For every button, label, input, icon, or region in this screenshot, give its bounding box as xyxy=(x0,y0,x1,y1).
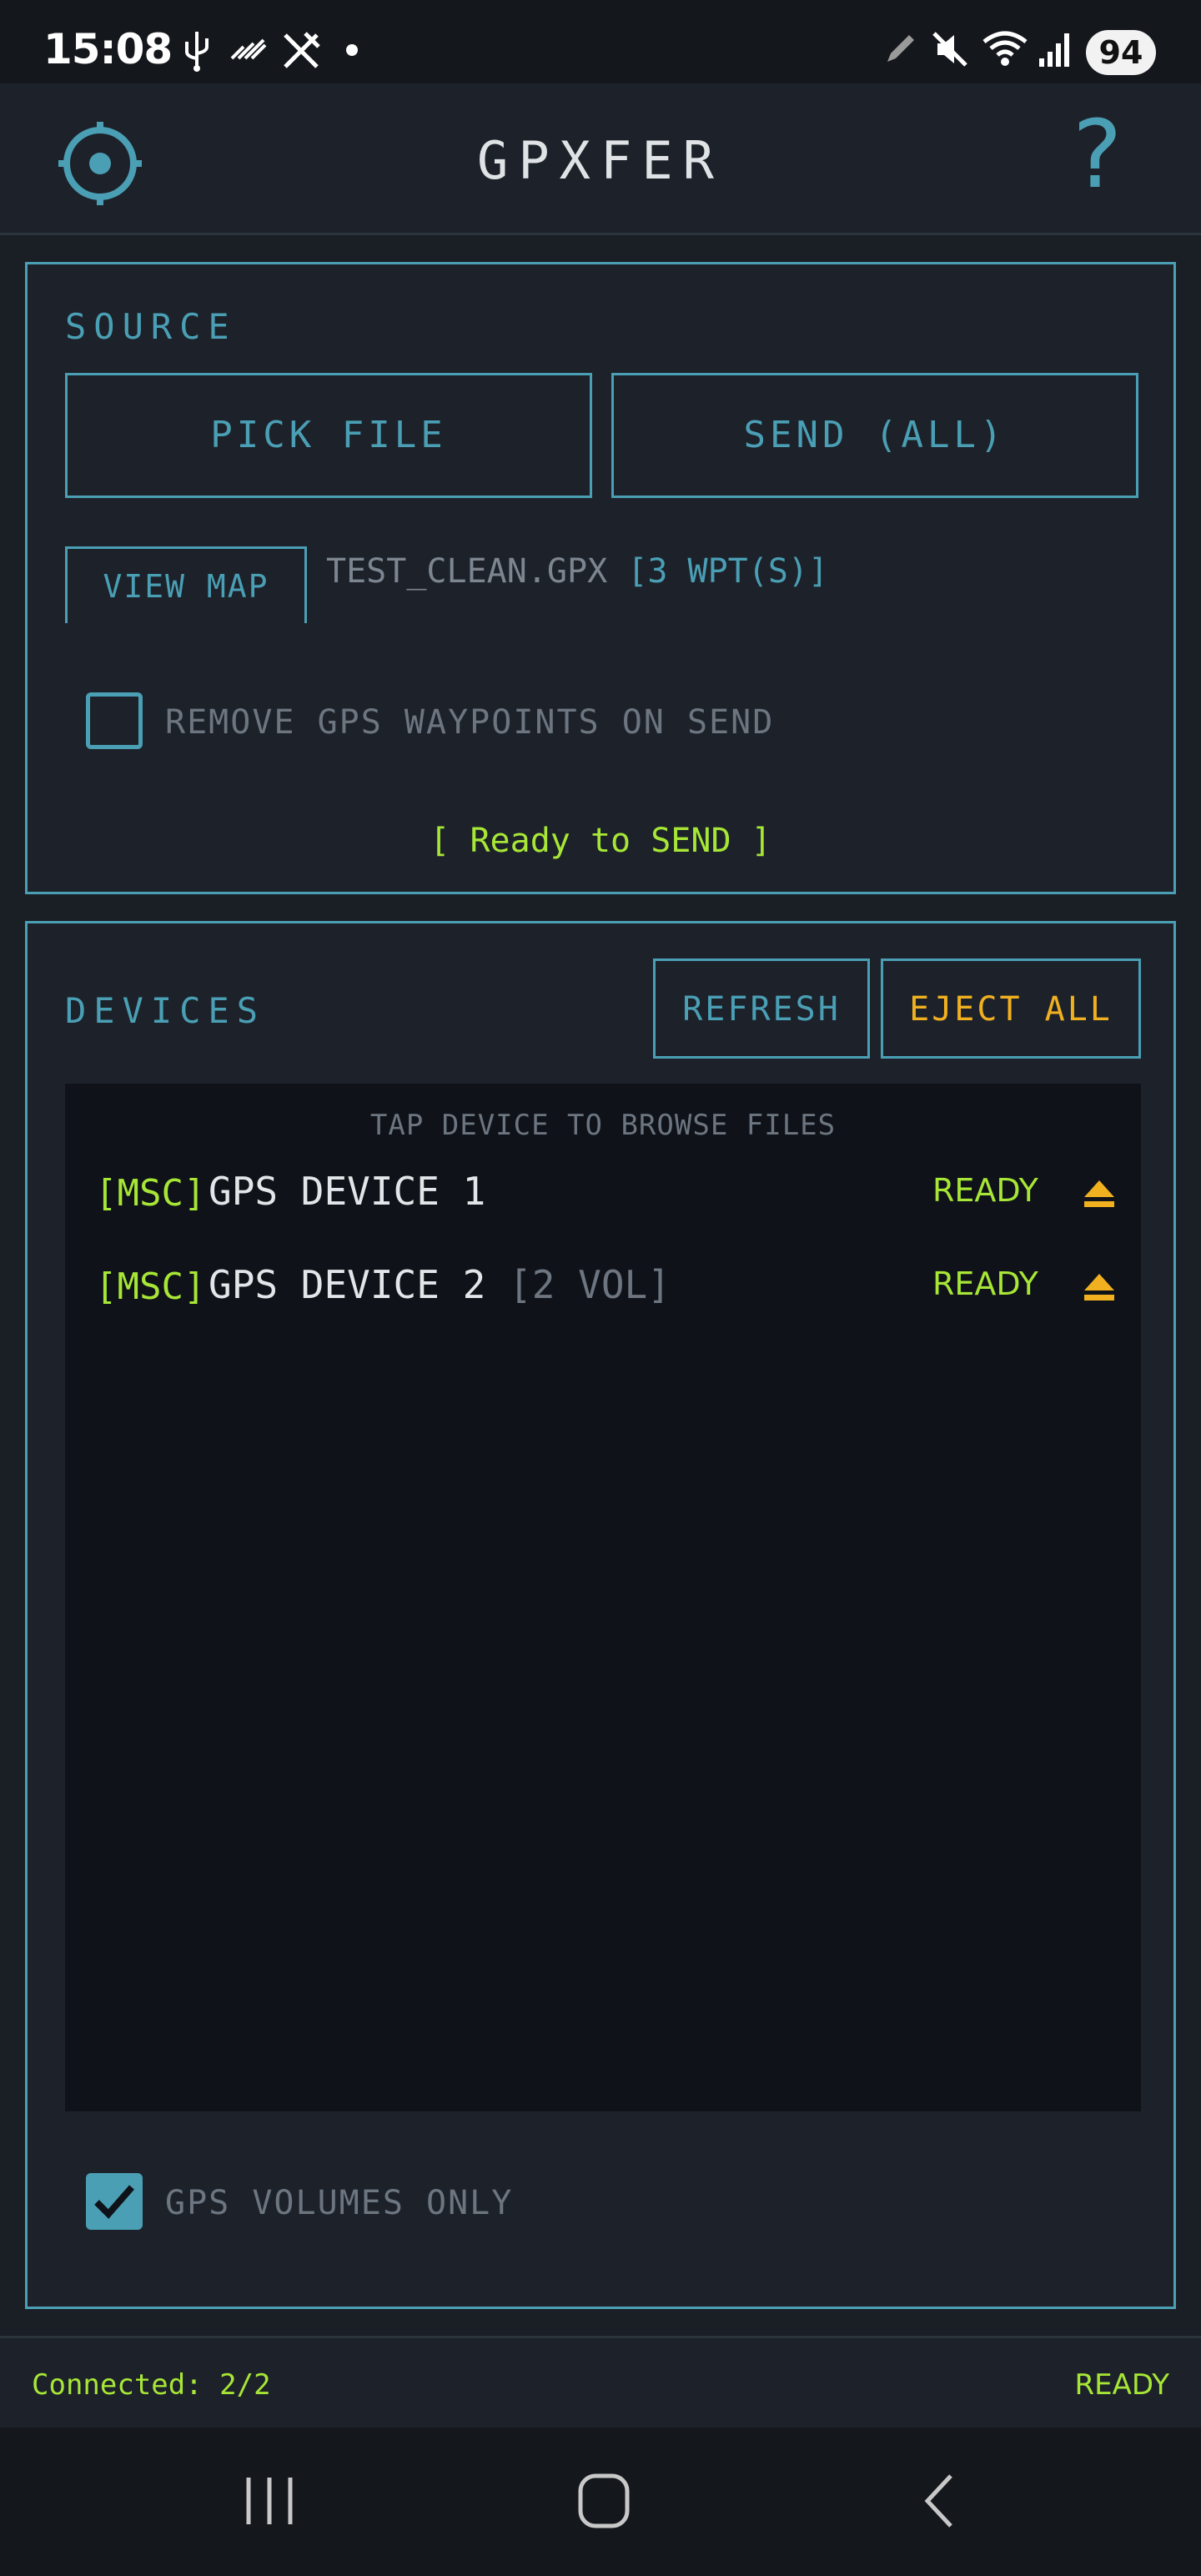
usb-icon xyxy=(185,32,209,72)
wifi-icon xyxy=(982,31,1028,66)
recent-apps-icon[interactable] xyxy=(242,2469,297,2533)
source-filename: TEST_CLEAN.GPX xyxy=(326,552,608,591)
device-name-text: GPS DEVICE 1 xyxy=(209,1169,486,1214)
source-panel: SOURCE PICK FILE SEND (ALL) VIEW MAP TES… xyxy=(25,262,1176,894)
gps-volumes-only-label[interactable]: GPS VOLUMES ONLY xyxy=(165,2184,513,2222)
status-time: 15:08 xyxy=(43,25,173,73)
help-button[interactable]: ? xyxy=(1073,108,1122,202)
device-type-tag: [MSC] xyxy=(95,1265,206,1308)
system-nav-bar xyxy=(0,2428,1201,2576)
status-footer: Connected: 2/2 READY xyxy=(0,2336,1201,2428)
status-bar: 15:08 94 xyxy=(0,0,1201,83)
view-map-button[interactable]: VIEW MAP xyxy=(65,546,307,623)
devices-panel: DEVICES REFRESH EJECT ALL TAP DEVICE TO … xyxy=(25,921,1176,2309)
device-row-1[interactable]: [MSC] GPS DEVICE 1 READY xyxy=(65,1162,1141,1229)
connection-count: Connected: 2/2 xyxy=(32,2368,271,2402)
devices-section-label: DEVICES xyxy=(65,990,266,1031)
device-name: GPS DEVICE 1 xyxy=(209,1169,485,1214)
refresh-button[interactable]: REFRESH xyxy=(653,958,870,1059)
eject-icon[interactable] xyxy=(1083,1272,1116,1302)
battery-level: 94 xyxy=(1086,30,1156,75)
app-header: GPXFER ? xyxy=(0,83,1201,235)
eject-icon[interactable] xyxy=(1083,1179,1116,1209)
pen-icon xyxy=(887,35,914,62)
eject-all-button[interactable]: EJECT ALL xyxy=(881,958,1141,1059)
device-volume-count: [2 VOL] xyxy=(509,1262,671,1307)
send-status-message: [ Ready to SEND ] xyxy=(430,822,771,860)
device-list: TAP DEVICE TO BROWSE FILES [MSC] GPS DEV… xyxy=(65,1084,1141,2111)
app-status: READY xyxy=(1074,2368,1169,2402)
source-section-label: SOURCE xyxy=(65,306,237,347)
pick-file-button[interactable]: PICK FILE xyxy=(65,373,592,498)
device-row-2[interactable]: [MSC] GPS DEVICE 2 [2 VOL] READY xyxy=(65,1255,1141,1322)
device-name: GPS DEVICE 2 [2 VOL] xyxy=(209,1262,671,1307)
remove-waypoints-label[interactable]: REMOVE GPS WAYPOINTS ON SEND xyxy=(165,703,774,742)
device-status: READY xyxy=(932,1265,1038,1302)
source-file-info: TEST_CLEAN.GPX [3 WPT(S)] xyxy=(326,552,828,591)
back-icon[interactable] xyxy=(917,2469,959,2533)
dot-icon xyxy=(346,44,358,56)
cell-signal-icon xyxy=(1039,33,1069,67)
tools-off-icon xyxy=(284,32,320,68)
remove-waypoints-checkbox[interactable] xyxy=(86,692,143,749)
device-status: READY xyxy=(932,1172,1038,1209)
device-type-tag: [MSC] xyxy=(95,1172,206,1215)
device-name-text: GPS DEVICE 2 xyxy=(209,1262,486,1307)
signal-stripes-icon xyxy=(230,38,267,60)
mute-icon xyxy=(932,32,967,67)
app-title: GPXFER xyxy=(477,130,724,191)
waypoint-count: [3 WPT(S)] xyxy=(627,552,829,591)
gps-volumes-only-checkbox[interactable] xyxy=(86,2173,143,2230)
send-all-button[interactable]: SEND (ALL) xyxy=(611,373,1138,498)
checkmark-icon xyxy=(94,2185,135,2219)
device-list-hint: TAP DEVICE TO BROWSE FILES xyxy=(369,1109,837,1142)
home-icon[interactable] xyxy=(577,2469,631,2533)
